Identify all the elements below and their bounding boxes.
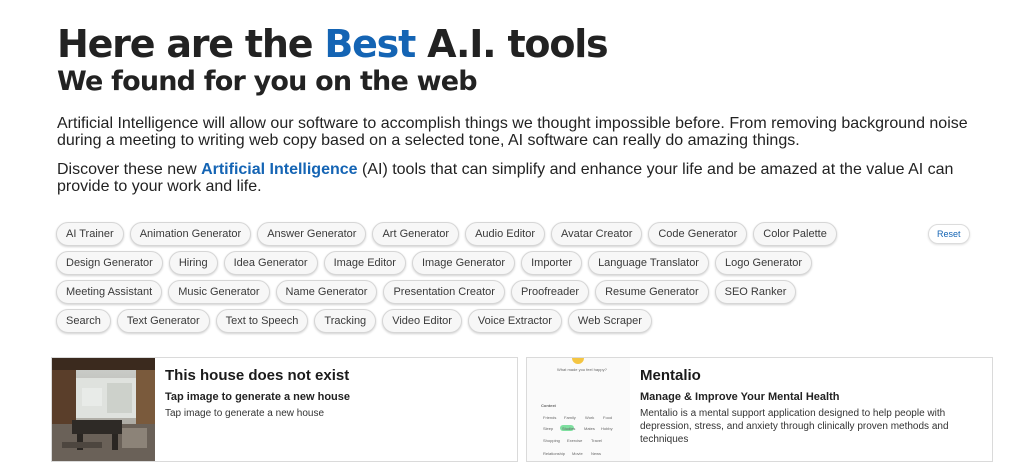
- house-thumbnail[interactable]: [52, 358, 155, 461]
- tag-video-editor[interactable]: Video Editor: [382, 309, 462, 333]
- tag-presentation-creator[interactable]: Presentation Creator: [383, 280, 505, 304]
- tool-card-mentalio[interactable]: What made you feel happy? Context Friend…: [526, 357, 993, 462]
- tag-web-scraper[interactable]: Web Scraper: [567, 309, 652, 333]
- tag-filter: AI Trainer Animation Generator Answer Ge…: [56, 222, 876, 338]
- discover-paragraph: Discover these new Artificial Intelligen…: [57, 161, 977, 195]
- tag-name-generator[interactable]: Name Generator: [275, 280, 378, 304]
- mentalio-thumbnail[interactable]: What made you feel happy? Context Friend…: [527, 358, 630, 461]
- title-text: Here are the: [57, 22, 325, 66]
- thumb-text: Movie: [572, 451, 583, 456]
- tag-importer[interactable]: Importer: [521, 251, 583, 275]
- ai-link[interactable]: Artificial Intelligence: [201, 161, 357, 178]
- title-text-end: A.I. tools: [415, 22, 609, 66]
- tool-card-house[interactable]: This house does not exist Tap image to g…: [51, 357, 518, 462]
- thumb-text: What made you feel happy?: [557, 367, 607, 372]
- thumb-text: Work: [585, 415, 595, 420]
- tag-search[interactable]: Search: [56, 309, 111, 333]
- thumb-text: Sleep: [543, 426, 554, 431]
- tag-music-generator[interactable]: Music Generator: [168, 280, 270, 304]
- tag-row: Meeting Assistant Music Generator Name G…: [56, 280, 876, 304]
- card-body: This house does not exist Tap image to g…: [165, 366, 507, 420]
- thumb-text: Friends: [543, 415, 557, 420]
- tag-resume-generator[interactable]: Resume Generator: [595, 280, 709, 304]
- emoji-icon: [572, 358, 584, 364]
- tag-row: Search Text Generator Text to Speech Tra…: [56, 309, 876, 333]
- tag-idea-generator[interactable]: Idea Generator: [223, 251, 318, 275]
- discover-text: Discover these new: [57, 161, 202, 178]
- thumb-text: Context: [541, 403, 556, 408]
- thumb-text: Relationship: [543, 451, 566, 456]
- card-title[interactable]: This house does not exist: [165, 366, 507, 386]
- tag-language-translator[interactable]: Language Translator: [588, 251, 709, 275]
- tag-animation-generator[interactable]: Animation Generator: [129, 222, 252, 246]
- thumb-text: Hobby: [601, 426, 613, 431]
- tag-seo-ranker[interactable]: SEO Ranker: [714, 280, 797, 304]
- tag-audio-editor[interactable]: Audio Editor: [465, 222, 546, 246]
- tag-design-generator[interactable]: Design Generator: [56, 251, 163, 275]
- tag-art-generator[interactable]: Art Generator: [372, 222, 460, 246]
- tag-hiring[interactable]: Hiring: [168, 251, 218, 275]
- thumb-text: Mates: [584, 426, 595, 431]
- tag-row: AI Trainer Animation Generator Answer Ge…: [56, 222, 876, 246]
- intro-paragraph: Artificial Intelligence will allow our s…: [57, 115, 968, 149]
- card-title[interactable]: Mentalio: [640, 366, 982, 386]
- thumb-text: Shopping: [543, 438, 560, 443]
- tag-voice-extractor[interactable]: Voice Extractor: [467, 309, 562, 333]
- page-subtitle: We found for you on the web: [57, 66, 478, 97]
- thumb-text: Exercise: [567, 438, 583, 443]
- tag-image-editor[interactable]: Image Editor: [323, 251, 406, 275]
- tag-answer-generator[interactable]: Answer Generator: [257, 222, 367, 246]
- card-subtitle: Tap image to generate a new house: [165, 391, 351, 403]
- page-title: Here are the Best A.I. tools: [57, 22, 977, 66]
- tag-image-generator[interactable]: Image Generator: [411, 251, 516, 275]
- tag-logo-generator[interactable]: Logo Generator: [714, 251, 813, 275]
- reset-button[interactable]: Reset: [928, 224, 970, 244]
- thumb-text: News: [591, 451, 602, 456]
- tag-meeting-assistant[interactable]: Meeting Assistant: [56, 280, 163, 304]
- house-image: [52, 358, 155, 461]
- tag-text-to-speech[interactable]: Text to Speech: [215, 309, 309, 333]
- tag-avatar-creator[interactable]: Avatar Creator: [551, 222, 643, 246]
- tag-proofreader[interactable]: Proofreader: [510, 280, 590, 304]
- tag-row: Design Generator Hiring Idea Generator I…: [56, 251, 876, 275]
- thumb-text: Family: [564, 415, 576, 420]
- tag-ai-trainer[interactable]: AI Trainer: [56, 222, 124, 246]
- hero: Here are the Best A.I. tools We found fo…: [57, 22, 977, 98]
- card-description: Tap image to generate a new house: [165, 408, 324, 419]
- card-body: Mentalio Manage & Improve Your Mental He…: [640, 366, 982, 446]
- title-accent: Best: [324, 22, 416, 66]
- card-description: Mentalio is a mental support application…: [640, 408, 949, 445]
- thumb-text: Travel: [591, 438, 602, 443]
- thumb-text: Food: [603, 415, 613, 420]
- thumb-text: Studies: [562, 426, 576, 431]
- tag-code-generator[interactable]: Code Generator: [648, 222, 748, 246]
- card-subtitle: Manage & Improve Your Mental Health: [640, 391, 840, 403]
- tag-text-generator[interactable]: Text Generator: [116, 309, 210, 333]
- tag-tracking[interactable]: Tracking: [314, 309, 377, 333]
- tag-color-palette[interactable]: Color Palette: [753, 222, 837, 246]
